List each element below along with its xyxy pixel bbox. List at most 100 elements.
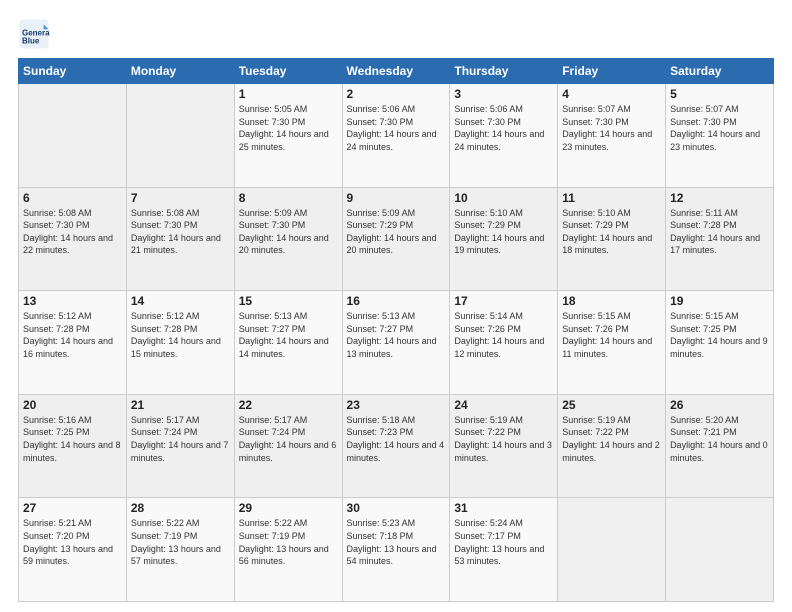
day-info: Sunrise: 5:08 AM Sunset: 7:30 PM Dayligh… xyxy=(131,207,230,257)
calendar-cell: 31 Sunrise: 5:24 AM Sunset: 7:17 PM Dayli… xyxy=(450,498,558,602)
day-info: Sunrise: 5:10 AM Sunset: 7:29 PM Dayligh… xyxy=(562,207,661,257)
calendar-cell: 15 Sunrise: 5:13 AM Sunset: 7:27 PM Dayli… xyxy=(234,291,342,395)
week-row-3: 13 Sunrise: 5:12 AM Sunset: 7:28 PM Dayli… xyxy=(19,291,774,395)
calendar-cell xyxy=(19,84,127,188)
calendar-cell: 4 Sunrise: 5:07 AM Sunset: 7:30 PM Daylig… xyxy=(558,84,666,188)
calendar-cell: 13 Sunrise: 5:12 AM Sunset: 7:28 PM Dayli… xyxy=(19,291,127,395)
calendar-cell: 21 Sunrise: 5:17 AM Sunset: 7:24 PM Dayli… xyxy=(126,394,234,498)
day-info: Sunrise: 5:19 AM Sunset: 7:22 PM Dayligh… xyxy=(454,414,553,464)
calendar-cell: 26Sunrise: 5:20 AM Sunset: 7:21 PM Dayli… xyxy=(666,394,774,498)
calendar-cell: 20Sunrise: 5:16 AM Sunset: 7:25 PM Dayli… xyxy=(19,394,127,498)
calendar-table: SundayMondayTuesdayWednesdayThursdayFrid… xyxy=(18,58,774,602)
calendar-cell: 19 Sunrise: 5:15 AM Sunset: 7:25 PM Dayli… xyxy=(666,291,774,395)
header: General Blue xyxy=(18,18,774,50)
day-info: Sunrise: 5:23 AM Sunset: 7:18 PM Dayligh… xyxy=(347,517,446,567)
day-info: Sunrise: 5:07 AM Sunset: 7:30 PM Dayligh… xyxy=(562,103,661,153)
day-number: 13 xyxy=(23,294,122,308)
header-thursday: Thursday xyxy=(450,59,558,84)
day-number: 6 xyxy=(23,191,122,205)
day-info: Sunrise: 5:07 AM Sunset: 7:30 PM Dayligh… xyxy=(670,103,769,153)
day-number: 17 xyxy=(454,294,553,308)
day-number: 21 xyxy=(131,398,230,412)
day-info: Sunrise: 5:17 AM Sunset: 7:24 PM Dayligh… xyxy=(239,414,338,464)
calendar-cell: 23 Sunrise: 5:18 AM Sunset: 7:23 PM Dayli… xyxy=(342,394,450,498)
day-number: 19 xyxy=(670,294,769,308)
day-number: 14 xyxy=(131,294,230,308)
calendar-cell: 22 Sunrise: 5:17 AM Sunset: 7:24 PM Dayli… xyxy=(234,394,342,498)
day-info: Sunrise: 5:17 AM Sunset: 7:24 PM Dayligh… xyxy=(131,414,230,464)
day-info: Sunrise: 5:24 AM Sunset: 7:17 PM Dayligh… xyxy=(454,517,553,567)
day-info: Sunrise: 5:11 AM Sunset: 7:28 PM Dayligh… xyxy=(670,207,769,257)
calendar-cell: 2 Sunrise: 5:06 AM Sunset: 7:30 PM Daylig… xyxy=(342,84,450,188)
day-info: Sunrise: 5:18 AM Sunset: 7:23 PM Dayligh… xyxy=(347,414,446,464)
day-number: 12 xyxy=(670,191,769,205)
calendar-cell: 11Sunrise: 5:10 AM Sunset: 7:29 PM Dayli… xyxy=(558,187,666,291)
day-number: 23 xyxy=(347,398,446,412)
day-info: Sunrise: 5:15 AM Sunset: 7:25 PM Dayligh… xyxy=(670,310,769,360)
day-info: Sunrise: 5:10 AM Sunset: 7:29 PM Dayligh… xyxy=(454,207,553,257)
week-row-4: 20Sunrise: 5:16 AM Sunset: 7:25 PM Dayli… xyxy=(19,394,774,498)
calendar-cell: 16 Sunrise: 5:13 AM Sunset: 7:27 PM Dayli… xyxy=(342,291,450,395)
week-row-5: 27 Sunrise: 5:21 AM Sunset: 7:20 PM Dayli… xyxy=(19,498,774,602)
day-info: Sunrise: 5:12 AM Sunset: 7:28 PM Dayligh… xyxy=(23,310,122,360)
calendar-cell: 5 Sunrise: 5:07 AM Sunset: 7:30 PM Daylig… xyxy=(666,84,774,188)
calendar-cell: 30 Sunrise: 5:23 AM Sunset: 7:18 PM Dayli… xyxy=(342,498,450,602)
calendar-cell: 7 Sunrise: 5:08 AM Sunset: 7:30 PM Daylig… xyxy=(126,187,234,291)
day-info: Sunrise: 5:15 AM Sunset: 7:26 PM Dayligh… xyxy=(562,310,661,360)
day-number: 2 xyxy=(347,87,446,101)
calendar-cell xyxy=(126,84,234,188)
calendar-header-row: SundayMondayTuesdayWednesdayThursdayFrid… xyxy=(19,59,774,84)
day-info: Sunrise: 5:06 AM Sunset: 7:30 PM Dayligh… xyxy=(347,103,446,153)
day-number: 3 xyxy=(454,87,553,101)
day-info: Sunrise: 5:22 AM Sunset: 7:19 PM Dayligh… xyxy=(239,517,338,567)
day-number: 18 xyxy=(562,294,661,308)
day-info: Sunrise: 5:05 AM Sunset: 7:30 PM Dayligh… xyxy=(239,103,338,153)
day-number: 4 xyxy=(562,87,661,101)
day-info: Sunrise: 5:09 AM Sunset: 7:29 PM Dayligh… xyxy=(347,207,446,257)
calendar-cell: 24 Sunrise: 5:19 AM Sunset: 7:22 PM Dayli… xyxy=(450,394,558,498)
day-number: 25 xyxy=(562,398,661,412)
day-number: 1 xyxy=(239,87,338,101)
calendar-cell: 18 Sunrise: 5:15 AM Sunset: 7:26 PM Dayli… xyxy=(558,291,666,395)
day-number: 27 xyxy=(23,501,122,515)
day-info: Sunrise: 5:14 AM Sunset: 7:26 PM Dayligh… xyxy=(454,310,553,360)
day-number: 9 xyxy=(347,191,446,205)
header-sunday: Sunday xyxy=(19,59,127,84)
header-saturday: Saturday xyxy=(666,59,774,84)
day-number: 20 xyxy=(23,398,122,412)
day-number: 26 xyxy=(670,398,769,412)
calendar-cell: 1 Sunrise: 5:05 AM Sunset: 7:30 PM Daylig… xyxy=(234,84,342,188)
calendar-cell: 14 Sunrise: 5:12 AM Sunset: 7:28 PM Dayli… xyxy=(126,291,234,395)
calendar-cell xyxy=(558,498,666,602)
logo: General Blue xyxy=(18,18,54,50)
day-info: Sunrise: 5:21 AM Sunset: 7:20 PM Dayligh… xyxy=(23,517,122,567)
calendar-cell: 9 Sunrise: 5:09 AM Sunset: 7:29 PM Daylig… xyxy=(342,187,450,291)
calendar-cell: 10Sunrise: 5:10 AM Sunset: 7:29 PM Dayli… xyxy=(450,187,558,291)
day-number: 22 xyxy=(239,398,338,412)
calendar-cell: 17 Sunrise: 5:14 AM Sunset: 7:26 PM Dayli… xyxy=(450,291,558,395)
day-info: Sunrise: 5:09 AM Sunset: 7:30 PM Dayligh… xyxy=(239,207,338,257)
calendar-cell: 6 Sunrise: 5:08 AM Sunset: 7:30 PM Daylig… xyxy=(19,187,127,291)
day-info: Sunrise: 5:13 AM Sunset: 7:27 PM Dayligh… xyxy=(347,310,446,360)
week-row-1: 1 Sunrise: 5:05 AM Sunset: 7:30 PM Daylig… xyxy=(19,84,774,188)
calendar-cell: 28Sunrise: 5:22 AM Sunset: 7:19 PM Dayli… xyxy=(126,498,234,602)
day-number: 15 xyxy=(239,294,338,308)
calendar-cell: 27 Sunrise: 5:21 AM Sunset: 7:20 PM Dayli… xyxy=(19,498,127,602)
day-number: 31 xyxy=(454,501,553,515)
day-info: Sunrise: 5:19 AM Sunset: 7:22 PM Dayligh… xyxy=(562,414,661,464)
day-number: 30 xyxy=(347,501,446,515)
calendar-cell: 3Sunrise: 5:06 AM Sunset: 7:30 PM Daylig… xyxy=(450,84,558,188)
week-row-2: 6 Sunrise: 5:08 AM Sunset: 7:30 PM Daylig… xyxy=(19,187,774,291)
day-info: Sunrise: 5:12 AM Sunset: 7:28 PM Dayligh… xyxy=(131,310,230,360)
day-info: Sunrise: 5:13 AM Sunset: 7:27 PM Dayligh… xyxy=(239,310,338,360)
day-info: Sunrise: 5:08 AM Sunset: 7:30 PM Dayligh… xyxy=(23,207,122,257)
header-monday: Monday xyxy=(126,59,234,84)
day-number: 28 xyxy=(131,501,230,515)
day-number: 24 xyxy=(454,398,553,412)
svg-text:Blue: Blue xyxy=(22,37,40,46)
day-number: 16 xyxy=(347,294,446,308)
day-number: 5 xyxy=(670,87,769,101)
day-number: 7 xyxy=(131,191,230,205)
day-number: 29 xyxy=(239,501,338,515)
calendar-cell: 8Sunrise: 5:09 AM Sunset: 7:30 PM Daylig… xyxy=(234,187,342,291)
